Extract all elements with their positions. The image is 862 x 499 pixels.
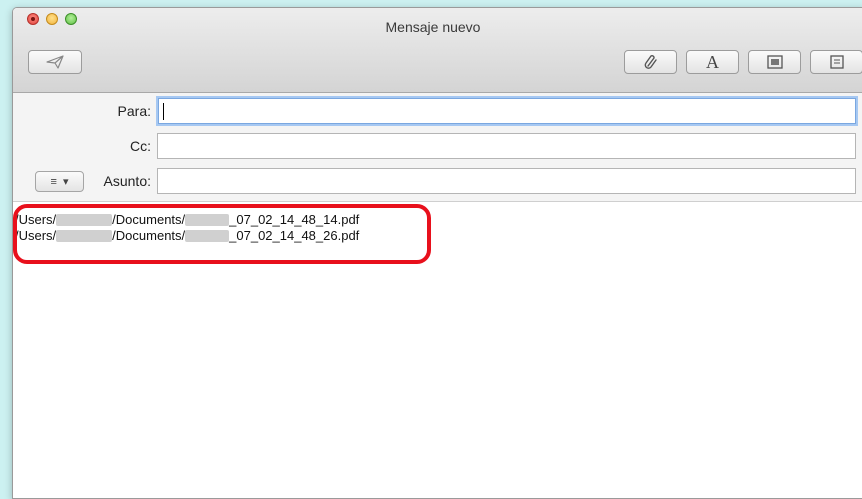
- photo-browser-icon: [766, 55, 783, 69]
- to-field[interactable]: [158, 98, 856, 124]
- paper-plane-icon: [46, 55, 64, 69]
- fonts-button[interactable]: A: [686, 50, 739, 74]
- message-body[interactable]: /Users/ /Documents/ _07_02_14_48_14.pdf …: [13, 202, 862, 498]
- window-title: Mensaje nuevo: [385, 19, 481, 35]
- list-icon: ≡: [50, 175, 57, 188]
- photo-browser-button[interactable]: [748, 50, 801, 74]
- mail-compose-window: Mensaje nuevo A Para: Cc: ≡ ▾ Asunto: /U…: [12, 7, 862, 499]
- cc-label: Cc:: [130, 138, 151, 154]
- send-button[interactable]: [28, 50, 82, 74]
- message-header-fields: Para: Cc: ≡ ▾ Asunto:: [13, 93, 862, 202]
- chevron-down-icon: ▾: [62, 176, 69, 188]
- paperclip-icon: [644, 55, 657, 69]
- stationery-button[interactable]: [810, 50, 862, 74]
- fonts-icon: A: [706, 51, 719, 72]
- to-label: Para:: [117, 103, 151, 119]
- attach-button[interactable]: [624, 50, 677, 74]
- highlight-annotation: [13, 204, 431, 264]
- cc-field[interactable]: [157, 133, 856, 159]
- subject-label: Asunto:: [103, 173, 151, 189]
- text-caret: [163, 103, 164, 120]
- subject-field[interactable]: [157, 168, 856, 194]
- window-titlebar: Mensaje nuevo A: [13, 8, 862, 93]
- header-fields-menu-button[interactable]: ≡ ▾: [35, 171, 84, 192]
- stationery-icon: [829, 55, 844, 69]
